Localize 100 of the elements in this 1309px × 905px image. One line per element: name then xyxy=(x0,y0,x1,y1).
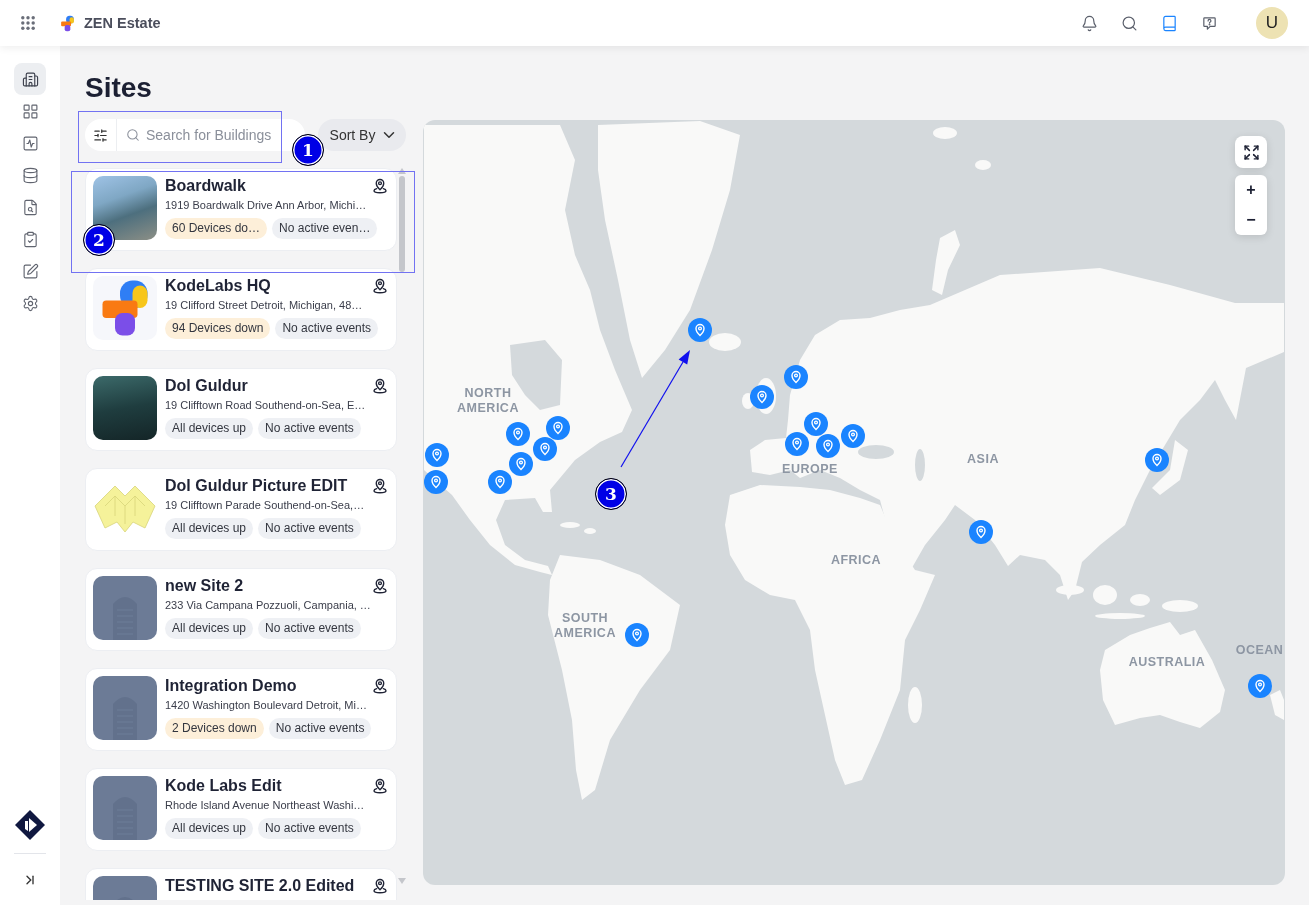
island-shape xyxy=(584,528,596,534)
device-status-chip: All devices up xyxy=(165,418,254,439)
grid-menu-icon[interactable] xyxy=(21,16,35,30)
building-icon xyxy=(21,70,39,88)
device-status-chip: 2 Devices down xyxy=(165,718,264,739)
site-card[interactable]: Kode Labs Edit Rhode Island Avenue Northeast Washi… All devices up No active events xyxy=(85,768,397,851)
map-pin-icon[interactable] xyxy=(509,452,533,476)
map-pin-icon[interactable] xyxy=(688,318,712,342)
island-shape xyxy=(1270,690,1284,720)
site-address: 1919 Boardwalk Drive Ann Arbor, Michi… xyxy=(165,198,367,213)
island-shape xyxy=(1093,585,1117,605)
location-pin-icon[interactable] xyxy=(371,477,389,495)
location-pin-icon[interactable] xyxy=(371,377,389,395)
map-pin-icon[interactable] xyxy=(1248,674,1272,698)
map-pin-icon[interactable] xyxy=(816,434,840,458)
map-pin-icon[interactable] xyxy=(785,432,809,456)
map-pin-icon[interactable] xyxy=(488,470,512,494)
continent-label: AUSTRALIA xyxy=(1127,655,1207,670)
events-chip: No active events xyxy=(268,718,372,739)
device-status-chip: All devices up xyxy=(165,618,254,639)
search-field[interactable]: Search for Buildings xyxy=(146,125,280,145)
site-card[interactable]: Dol Guldur Picture EDIT 19 Clifftown Parade Southend-on-Sea,… All devices up No active events xyxy=(85,468,397,551)
island-shape xyxy=(908,687,922,723)
site-card[interactable]: Dol Guldur 19 Clifftown Road Southend-on-Sea, E… All devices up No active events xyxy=(85,368,397,451)
map-pin-icon[interactable] xyxy=(969,520,993,544)
map-pin-icon[interactable] xyxy=(425,443,449,467)
site-name: Boardwalk xyxy=(165,177,246,195)
clipboard-check-icon xyxy=(21,230,39,248)
map-pin-icon[interactable] xyxy=(625,623,649,647)
site-name: KodeLabs HQ xyxy=(165,277,271,295)
nav-item[interactable] xyxy=(14,63,46,95)
location-pin-icon[interactable] xyxy=(371,277,389,295)
map-pin-icon[interactable] xyxy=(750,385,774,409)
file-search-icon xyxy=(21,198,39,216)
location-pin-icon[interactable] xyxy=(371,577,389,595)
scroll-up-icon[interactable] xyxy=(398,168,406,174)
site-address: Rhode Island Avenue Northeast Washi… xyxy=(165,798,365,813)
site-name: Kode Labs Edit xyxy=(165,777,282,795)
device-status-chip: All devices up xyxy=(165,818,254,839)
events-chip: No active events xyxy=(258,518,361,539)
scrollbar-thumb[interactable] xyxy=(399,176,405,272)
site-card[interactable]: new Site 2 233 Via Campana Pozzuoli, Campania, … All devices up No active events xyxy=(85,568,397,651)
expand-icon xyxy=(1242,143,1260,161)
sort-button[interactable]: Sort By xyxy=(318,119,406,151)
events-chip: No active events xyxy=(275,318,379,339)
book-icon[interactable] xyxy=(1160,14,1178,32)
island-shape xyxy=(709,333,741,351)
island-shape xyxy=(1152,440,1188,495)
map-pin-icon[interactable] xyxy=(506,422,530,446)
bell-icon[interactable] xyxy=(1080,14,1098,32)
map-pin-icon[interactable] xyxy=(424,470,448,494)
settings-icon xyxy=(21,294,39,312)
edit-icon xyxy=(21,262,39,280)
island-shape xyxy=(1095,613,1145,619)
map-pin-icon[interactable] xyxy=(533,437,557,461)
map-pin-icon[interactable] xyxy=(546,416,570,440)
device-status-chip: 94 Devices down xyxy=(165,318,271,339)
help-icon[interactable] xyxy=(1200,14,1218,32)
island-shape xyxy=(932,230,960,295)
site-name: Integration Demo xyxy=(165,677,297,695)
building-placeholder-icon xyxy=(93,676,157,740)
continent-label: SOUTH AMERICA xyxy=(553,611,617,641)
site-name: TESTING SITE 2.0 Edited xyxy=(165,877,355,895)
island-shape xyxy=(1056,585,1084,595)
sliders-icon xyxy=(93,127,108,143)
site-card[interactable]: KodeLabs HQ 19 Clifford Street Detroit, Michigan, 48… 94 Devices down No active events xyxy=(85,268,397,351)
site-name: Dol Guldur xyxy=(165,377,248,395)
site-name: new Site 2 xyxy=(165,577,244,595)
events-chip: No active even… xyxy=(272,218,378,239)
zoom-out-button[interactable]: − xyxy=(1235,205,1267,235)
island-shape xyxy=(1162,600,1198,612)
site-card[interactable]: TESTING SITE 2.0 Edited xyxy=(85,868,397,900)
site-address: 233 Via Campana Pozzuoli, Campania, … xyxy=(165,598,371,613)
events-chip: No active events xyxy=(258,618,361,639)
location-pin-icon[interactable] xyxy=(371,777,389,795)
map-pin-icon[interactable] xyxy=(784,365,808,389)
location-pin-icon[interactable] xyxy=(371,677,389,695)
device-status-chip: 60 Devices do… xyxy=(165,218,268,239)
continent-label: OCEAN xyxy=(1235,643,1284,658)
site-card[interactable]: Integration Demo 1420 Washington Boulevard Detroit, Mi… 2 Devices down No active events xyxy=(85,668,397,751)
location-pin-icon[interactable] xyxy=(371,877,389,895)
search-bar[interactable]: Search for Buildings xyxy=(85,119,305,151)
device-status-chip: All devices up xyxy=(165,518,254,539)
avatar[interactable]: U xyxy=(1256,7,1288,39)
continent-label: EUROPE xyxy=(781,462,839,477)
island-shape xyxy=(975,160,991,170)
map-pin-icon[interactable] xyxy=(804,412,828,436)
grid-icon xyxy=(21,102,39,120)
island-shape xyxy=(1130,594,1150,606)
fullscreen-button[interactable] xyxy=(1235,136,1267,168)
zoom-in-button[interactable]: + xyxy=(1235,175,1267,205)
map-pin-icon[interactable] xyxy=(841,424,865,448)
logo-icon xyxy=(59,14,76,32)
search-icon[interactable] xyxy=(1120,14,1138,32)
site-name: Dol Guldur Picture EDIT xyxy=(165,477,348,495)
building-placeholder-icon xyxy=(93,776,157,840)
search-icon xyxy=(126,128,140,142)
map-pin-icon[interactable] xyxy=(1145,448,1169,472)
location-pin-icon[interactable] xyxy=(371,177,389,195)
number-marker: 2 xyxy=(83,224,115,256)
